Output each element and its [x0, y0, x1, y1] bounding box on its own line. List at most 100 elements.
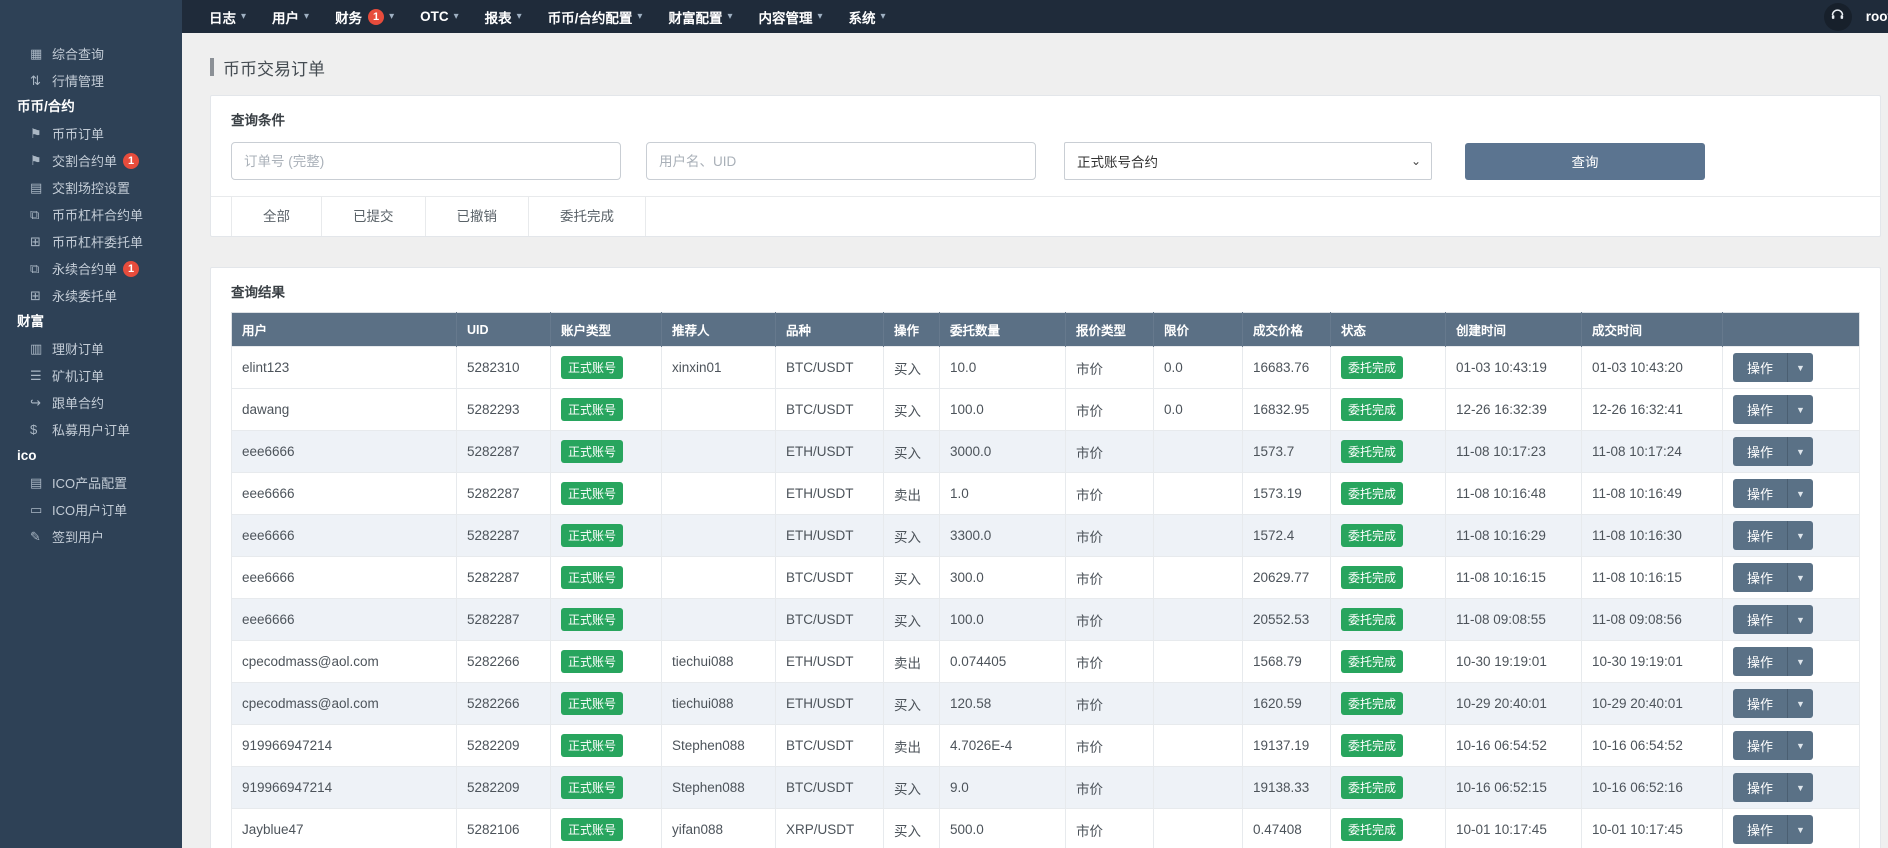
chevron-down-icon: ▾	[637, 11, 642, 22]
chevron-down-icon[interactable]: ▼	[1787, 479, 1813, 508]
chevron-down-icon[interactable]: ▼	[1787, 773, 1813, 802]
notification-badge: 1	[368, 9, 384, 25]
cell-status: 委托完成	[1331, 599, 1446, 641]
operate-button[interactable]: 操作	[1733, 815, 1787, 844]
cell-price_type: 市价	[1066, 599, 1154, 641]
operate-split-button[interactable]: 操作▼	[1733, 395, 1813, 424]
cell-price_type: 市价	[1066, 473, 1154, 515]
operate-split-button[interactable]: 操作▼	[1733, 479, 1813, 508]
chevron-down-icon[interactable]: ▼	[1787, 647, 1813, 676]
chevron-down-icon[interactable]: ▼	[1787, 353, 1813, 382]
operate-button[interactable]: 操作	[1733, 395, 1787, 424]
topbar-menu[interactable]: 内容管理▾	[745, 0, 835, 33]
user-menu[interactable]: root ▾	[1866, 9, 1888, 24]
query-button[interactable]: 查询	[1465, 143, 1705, 180]
chevron-down-icon[interactable]: ▼	[1787, 437, 1813, 466]
chevron-down-icon[interactable]: ▼	[1787, 521, 1813, 550]
status-badge: 委托完成	[1341, 482, 1403, 505]
sidebar-item[interactable]: ▭ICO用户订单	[0, 496, 182, 523]
topbar-menu[interactable]: 用户▾	[259, 0, 322, 33]
table-row: elint1235282310正式账号xinxin01BTC/USDT买入10.…	[232, 347, 1860, 389]
cell-dealt: 11-08 10:16:15	[1582, 557, 1723, 599]
operate-split-button[interactable]: 操作▼	[1733, 563, 1813, 592]
account-type-select[interactable]: 正式账号合约 ⌄	[1064, 142, 1432, 180]
cell-amount: 1.0	[940, 473, 1066, 515]
chevron-down-icon[interactable]: ▼	[1787, 605, 1813, 634]
dollar-icon: $	[30, 422, 52, 437]
sidebar-item[interactable]: ⚑交割合约单1	[0, 147, 182, 174]
topbar-menu[interactable]: 日志▾	[196, 0, 259, 33]
sidebar-item[interactable]: ↪跟单合约	[0, 389, 182, 416]
operate-button[interactable]: 操作	[1733, 689, 1787, 718]
topbar-menu[interactable]: 报表▾	[472, 0, 535, 33]
chevron-down-icon[interactable]: ▼	[1787, 563, 1813, 592]
cell-created: 10-01 10:17:45	[1446, 809, 1582, 848]
status-filter-tab[interactable]: 全部	[231, 197, 322, 236]
operate-button[interactable]: 操作	[1733, 479, 1787, 508]
cell-status: 委托完成	[1331, 767, 1446, 809]
operate-split-button[interactable]: 操作▼	[1733, 773, 1813, 802]
table-row: cpecodmass@aol.com5282266正式账号tiechui088E…	[232, 641, 1860, 683]
operate-split-button[interactable]: 操作▼	[1733, 521, 1813, 550]
topbar-menu[interactable]: 币币/合约配置▾	[535, 0, 656, 33]
sidebar-item[interactable]: ⊞币币杠杆委托单	[0, 228, 182, 255]
sidebar-item[interactable]: ☰矿机订单	[0, 362, 182, 389]
operate-button[interactable]: 操作	[1733, 773, 1787, 802]
cell-deal_price: 0.47408	[1243, 809, 1331, 848]
sidebar-item[interactable]: ⊞永续委托单	[0, 282, 182, 309]
status-filter-tab[interactable]: 已提交	[322, 197, 426, 236]
operate-button[interactable]: 操作	[1733, 731, 1787, 760]
table-row: eee66665282287正式账号ETH/USDT卖出1.0市价1573.19…	[232, 473, 1860, 515]
sidebar-item-label: 私募用户订单	[52, 420, 130, 439]
topbar-menu[interactable]: OTC▾	[407, 0, 472, 33]
operate-button[interactable]: 操作	[1733, 563, 1787, 592]
topbar-menu-label: 用户	[272, 7, 299, 27]
status-badge: 委托完成	[1341, 398, 1403, 421]
notification-badge: 1	[123, 153, 139, 169]
operate-button[interactable]: 操作	[1733, 647, 1787, 676]
sidebar-item[interactable]: $私募用户订单	[0, 416, 182, 443]
topbar-menu[interactable]: 系统▾	[836, 0, 899, 33]
status-filter-tab[interactable]: 已撤销	[426, 197, 530, 236]
status-filter-tab[interactable]: 委托完成	[529, 197, 646, 236]
sidebar-item[interactable]: ▥理财订单	[0, 335, 182, 362]
chevron-down-icon[interactable]: ▼	[1787, 689, 1813, 718]
sidebar-item[interactable]: ⇅行情管理	[0, 67, 182, 94]
product-doc-icon: ▤	[30, 475, 52, 491]
sidebar-item[interactable]: ▦综合查询	[0, 40, 182, 67]
cell-created: 10-29 20:40:01	[1446, 683, 1582, 725]
operate-split-button[interactable]: 操作▼	[1733, 815, 1813, 844]
topbar-menu[interactable]: 财务1▾	[322, 0, 407, 33]
cell-actions: 操作▼	[1723, 473, 1860, 515]
sidebar-item[interactable]: ✎签到用户	[0, 523, 182, 550]
cell-account_type: 正式账号	[551, 347, 662, 389]
cell-pair: BTC/USDT	[776, 767, 884, 809]
operate-split-button[interactable]: 操作▼	[1733, 353, 1813, 382]
support-headset-button[interactable]	[1824, 3, 1852, 31]
operate-button[interactable]: 操作	[1733, 353, 1787, 382]
column-header: 操作	[884, 313, 940, 347]
sidebar-item[interactable]: ▤交割场控设置	[0, 174, 182, 201]
chevron-down-icon[interactable]: ▼	[1787, 395, 1813, 424]
column-header: 状态	[1331, 313, 1446, 347]
operate-split-button[interactable]: 操作▼	[1733, 689, 1813, 718]
user-uid-input[interactable]	[646, 142, 1036, 180]
operate-split-button[interactable]: 操作▼	[1733, 647, 1813, 676]
sidebar-item[interactable]: ▤ICO产品配置	[0, 469, 182, 496]
sidebar-item[interactable]: ⧉币币杠杆合约单	[0, 201, 182, 228]
order-id-input[interactable]	[231, 142, 621, 180]
operate-split-button[interactable]: 操作▼	[1733, 437, 1813, 466]
cell-status: 委托完成	[1331, 389, 1446, 431]
operate-button[interactable]: 操作	[1733, 605, 1787, 634]
chevron-down-icon[interactable]: ▼	[1787, 731, 1813, 760]
operate-split-button[interactable]: 操作▼	[1733, 605, 1813, 634]
account-type-badge: 正式账号	[561, 524, 623, 547]
chevron-down-icon[interactable]: ▼	[1787, 815, 1813, 844]
sidebar-item[interactable]: ⚑币币订单	[0, 120, 182, 147]
cell-account_type: 正式账号	[551, 767, 662, 809]
operate-button[interactable]: 操作	[1733, 437, 1787, 466]
topbar-menu[interactable]: 财富配置▾	[655, 0, 745, 33]
operate-button[interactable]: 操作	[1733, 521, 1787, 550]
sidebar-item[interactable]: ⧉永续合约单1	[0, 255, 182, 282]
operate-split-button[interactable]: 操作▼	[1733, 731, 1813, 760]
